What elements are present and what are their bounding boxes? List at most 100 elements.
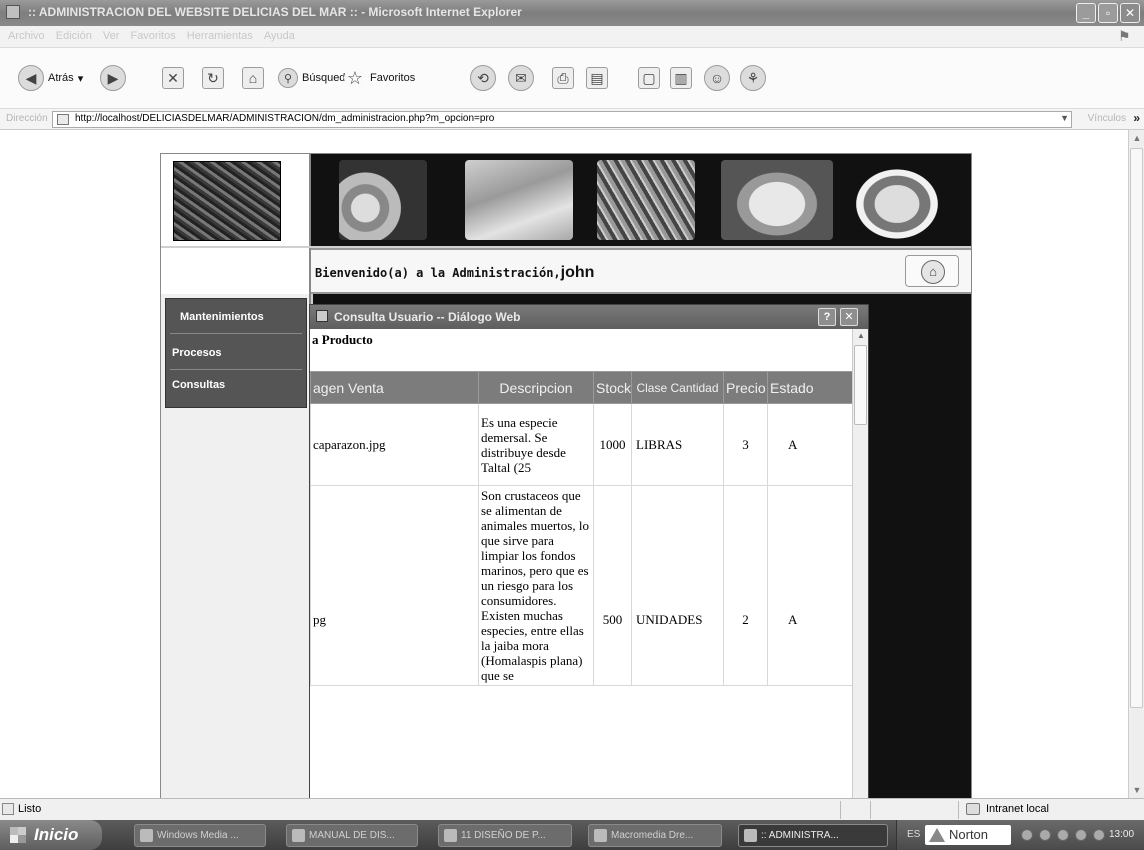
dialog-scroll-thumb[interactable] — [854, 345, 867, 425]
menu-file[interactable]: Archivo — [8, 30, 45, 42]
home-toolbar-button[interactable]: ⌂ — [242, 64, 264, 92]
intranet-zone-icon — [966, 803, 980, 815]
cell-description: Es una especie demersal. Se distribuye d… — [478, 403, 594, 486]
address-url[interactable]: http://localhost/DELICIASDELMAR/ADMINIST… — [75, 113, 494, 124]
research-icon: ▥ — [670, 67, 692, 89]
forward-arrow-icon: ▶ — [100, 65, 126, 91]
start-button[interactable]: Inicio — [0, 820, 102, 850]
address-dropdown-icon[interactable]: ▼ — [1060, 113, 1069, 123]
back-button[interactable]: ◀ Atrás ▾ — [18, 64, 83, 92]
back-dropdown-icon: ▾ — [77, 72, 84, 85]
maximize-button[interactable]: ▫ — [1098, 3, 1118, 23]
print-button[interactable]: ⎙ — [552, 64, 574, 92]
address-bar: Dirección http://localhost/DELICIASDELMA… — [0, 108, 1144, 130]
banner-image-shrimp — [339, 160, 427, 240]
dialog-icon — [316, 310, 328, 322]
sidebar-item-consultas[interactable]: Consultas — [172, 379, 225, 391]
refresh-button[interactable]: ↻ — [202, 64, 224, 92]
column-header-image: agen Venta — [310, 371, 479, 404]
banner-image-fish — [465, 160, 573, 240]
cell-class: UNIDADES — [631, 485, 724, 686]
page-icon — [57, 114, 69, 125]
products-table: agen Venta Descripcion Stock Clase Canti… — [310, 371, 852, 686]
dreamweaver-icon — [594, 829, 607, 842]
favorites-button[interactable]: ☆ Favoritos — [344, 64, 415, 92]
menu-bar: Archivo Edición Ver Favoritos Herramient… — [0, 26, 1144, 48]
status-divider — [840, 801, 841, 819]
scroll-up-icon[interactable]: ▲ — [1129, 130, 1144, 146]
windows-logo-icon — [10, 827, 26, 843]
tray-icon[interactable] — [1093, 829, 1105, 841]
scroll-up-icon[interactable]: ▲ — [853, 329, 868, 343]
site-sidebar: Mantenimientos Procesos Consultas — [161, 294, 311, 798]
banner-image-lobster — [597, 160, 695, 240]
system-tray: ES Norton 13:00 — [896, 820, 1144, 850]
mail-icon: ✉ — [508, 65, 534, 91]
search-icon: ⚲ — [278, 68, 298, 88]
discuss-button[interactable]: ▢ — [638, 64, 660, 92]
taskbar-item-label: Windows Media ... — [157, 830, 239, 841]
welcome-left-cell — [161, 248, 311, 294]
page-scrollbar[interactable]: ▲ ▼ — [1128, 130, 1144, 798]
sidebar-item-procesos[interactable]: Procesos — [172, 347, 222, 359]
dialog-help-button[interactable]: ? — [818, 308, 836, 326]
dialog-scrollbar[interactable]: ▲ — [852, 329, 868, 798]
address-field[interactable]: http://localhost/DELICIASDELMAR/ADMINIST… — [52, 111, 1072, 128]
security-zone: Intranet local — [986, 803, 1049, 815]
tray-icon[interactable] — [1057, 829, 1069, 841]
home-icon: ⌂ — [921, 260, 945, 284]
stop-button[interactable]: ✕ — [162, 64, 184, 92]
norton-warning-icon — [929, 828, 945, 842]
print-icon: ⎙ — [552, 67, 574, 89]
edit-button[interactable]: ▤ — [586, 64, 608, 92]
taskbar-item-word-doc[interactable]: 11 DISEÑO DE P... — [438, 824, 572, 847]
menu-edit[interactable]: Edición — [56, 30, 92, 42]
research-button[interactable]: ▥ — [670, 64, 692, 92]
cell-image: caparazon.jpg — [310, 403, 479, 486]
taskbar-item-administration[interactable]: :: ADMINISTRA... — [738, 824, 888, 847]
menu-help[interactable]: Ayuda — [264, 30, 295, 42]
taskbar-item-manual[interactable]: MANUAL DE DIS... — [286, 824, 418, 847]
minimize-button[interactable]: _ — [1076, 3, 1096, 23]
sidebar-item-mantenimientos[interactable]: Mantenimientos — [180, 311, 264, 323]
page-viewport: Bienvenido(a) a la Administración,john ⌂… — [0, 130, 1128, 798]
refresh-icon: ↻ — [202, 67, 224, 89]
menu-tools[interactable]: Herramientas — [187, 30, 253, 42]
back-label: Atrás — [48, 72, 74, 84]
sidebar-divider — [170, 369, 302, 370]
mail-button[interactable]: ✉ — [508, 64, 534, 92]
taskbar-item-dreamweaver[interactable]: Macromedia Dre... — [588, 824, 722, 847]
tray-icon[interactable] — [1075, 829, 1087, 841]
tray-icon[interactable] — [1021, 829, 1033, 841]
stop-icon: ✕ — [162, 67, 184, 89]
toolbar: ◀ Atrás ▾ ▶ ✕ ↻ ⌂ ⚲ Búsqueda ☆ Favoritos… — [0, 48, 1144, 108]
windows-flag-icon: ⚑ — [1118, 28, 1131, 44]
site-home-button[interactable]: ⌂ — [905, 255, 959, 287]
table-row: caparazon.jpg Es una especie demersal. S… — [310, 403, 852, 486]
menu-view[interactable]: Ver — [103, 30, 120, 42]
search-button[interactable]: ⚲ Búsqueda — [278, 64, 352, 92]
menu-favorites[interactable]: Favoritos — [130, 30, 175, 42]
history-button[interactable]: ⟲ — [470, 64, 496, 92]
links-label[interactable]: Vínculos — [1088, 113, 1126, 124]
close-button[interactable]: ✕ — [1120, 3, 1140, 23]
ie-icon — [744, 829, 757, 842]
language-indicator[interactable]: ES — [907, 829, 920, 840]
status-divider — [958, 801, 959, 819]
extra-button[interactable]: ⚘ — [740, 64, 766, 92]
dialog-close-button[interactable]: ✕ — [840, 308, 858, 326]
dialog-title: Consulta Usuario -- Diálogo Web — [334, 310, 521, 324]
cell-price: 3 — [723, 403, 768, 486]
links-more-icon[interactable]: » — [1133, 111, 1140, 125]
dialog-titlebar: Consulta Usuario -- Diálogo Web ? ✕ — [310, 305, 868, 329]
messenger-button[interactable]: ☺ — [704, 64, 730, 92]
page-scroll-thumb[interactable] — [1130, 148, 1143, 708]
logo-box — [161, 154, 311, 246]
norton-button[interactable]: Norton — [925, 825, 1011, 845]
forward-button[interactable]: ▶ — [100, 64, 126, 92]
back-arrow-icon: ◀ — [18, 65, 44, 91]
word-icon — [444, 829, 457, 842]
scroll-down-icon[interactable]: ▼ — [1129, 782, 1144, 798]
taskbar-item-windows-media[interactable]: Windows Media ... — [134, 824, 266, 847]
tray-icon[interactable] — [1039, 829, 1051, 841]
